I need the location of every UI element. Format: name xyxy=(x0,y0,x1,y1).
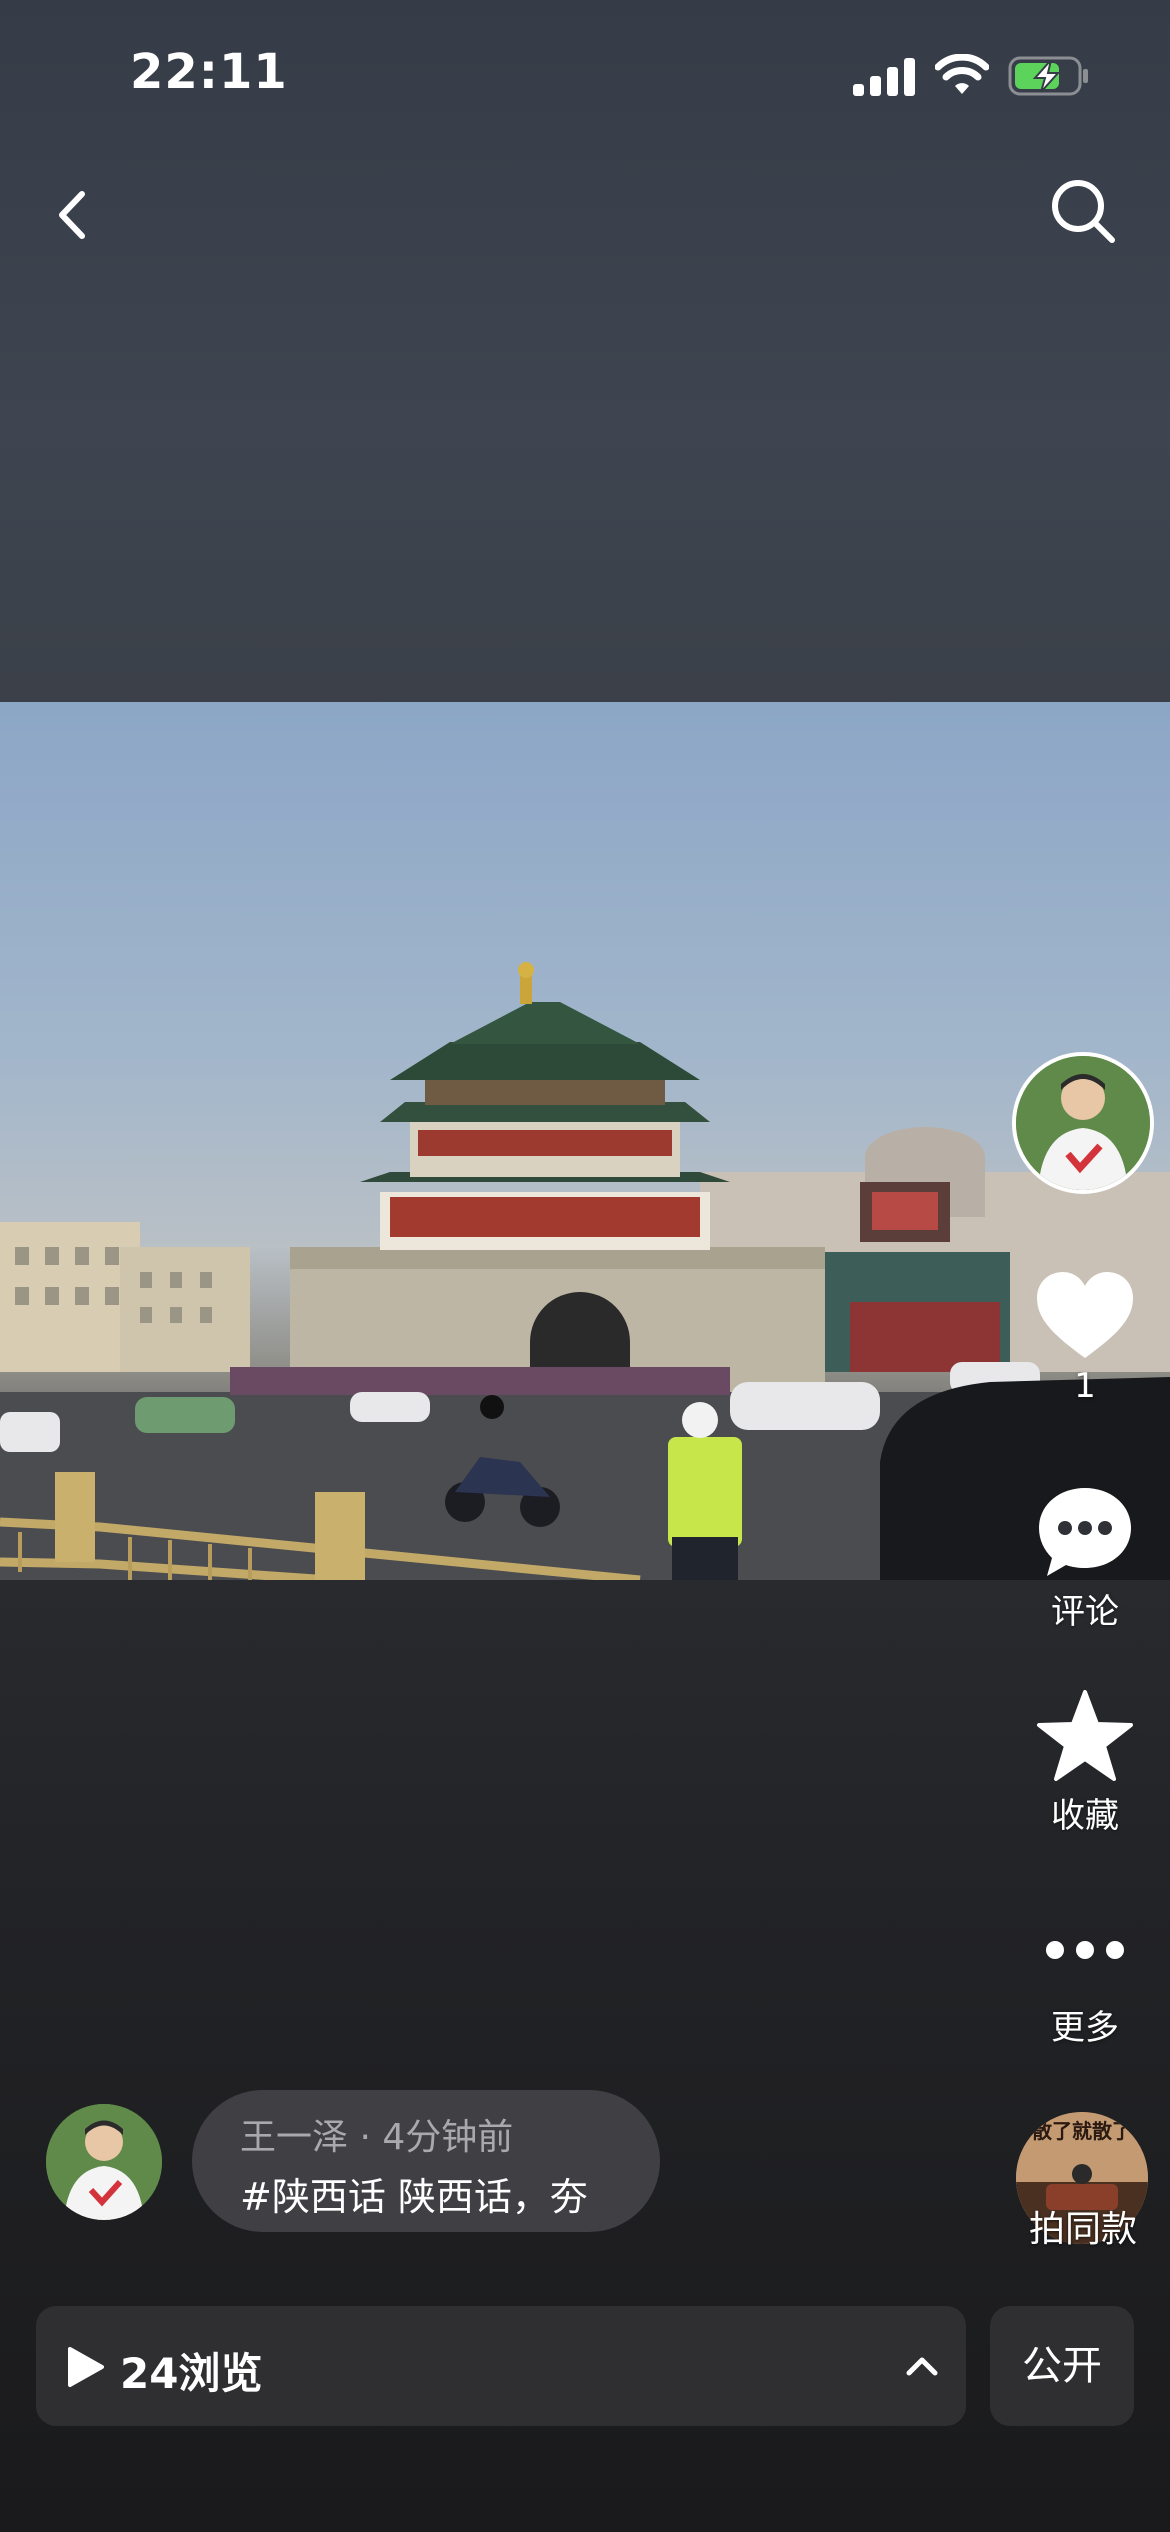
chevron-up-icon[interactable] xyxy=(904,2348,940,2384)
battery-charging-icon xyxy=(1008,56,1088,96)
same-style-thumb-text: 散了就散了 xyxy=(1032,2119,1132,2143)
visibility-button[interactable]: 公开 xyxy=(990,2306,1134,2426)
bell-tower-photo xyxy=(0,962,1170,1580)
more-action[interactable]: 更多 xyxy=(1020,1930,1150,2049)
favorite-label: 收藏 xyxy=(1051,1796,1119,1836)
play-icon xyxy=(68,2347,104,2387)
like-count: 1 xyxy=(1074,1366,1096,1406)
back-button[interactable] xyxy=(40,172,102,258)
same-style-label[interactable]: 拍同款 xyxy=(1000,2200,1166,2252)
search-button[interactable] xyxy=(1044,172,1124,252)
wifi-icon xyxy=(935,54,989,94)
views-count: 24浏览 xyxy=(120,2349,263,2398)
comment-action[interactable]: 评论 xyxy=(1020,1484,1150,1633)
like-action[interactable]: 1 xyxy=(1020,1270,1150,1406)
post-caption: #陕西话 陕西话，夯 xyxy=(240,2175,588,2219)
creator-avatar[interactable] xyxy=(1012,1052,1154,1194)
post-meta: 王一泽 · 4分钟前 xyxy=(240,2117,514,2158)
top-nav xyxy=(0,160,1170,260)
status-time: 22:11 xyxy=(130,44,288,100)
more-dots-icon xyxy=(1046,1941,1124,1959)
caption-bubble[interactable]: 王一泽 · 4分钟前 #陕西话 陕西话，夯 xyxy=(192,2090,660,2232)
comment-label: 评论 xyxy=(1051,1592,1119,1632)
views-bar[interactable]: 24浏览 xyxy=(36,2306,966,2426)
heart-icon xyxy=(1037,1272,1133,1358)
comment-icon xyxy=(1039,1488,1131,1576)
post-photo[interactable] xyxy=(0,702,1170,1580)
more-label: 更多 xyxy=(1051,2008,1119,2048)
favorite-action[interactable]: 收藏 xyxy=(1020,1688,1150,1837)
cellular-signal-icon xyxy=(853,58,915,96)
status-bar: 22:11 xyxy=(0,0,1170,150)
star-icon xyxy=(1037,1690,1133,1781)
author-avatar[interactable] xyxy=(46,2104,162,2220)
